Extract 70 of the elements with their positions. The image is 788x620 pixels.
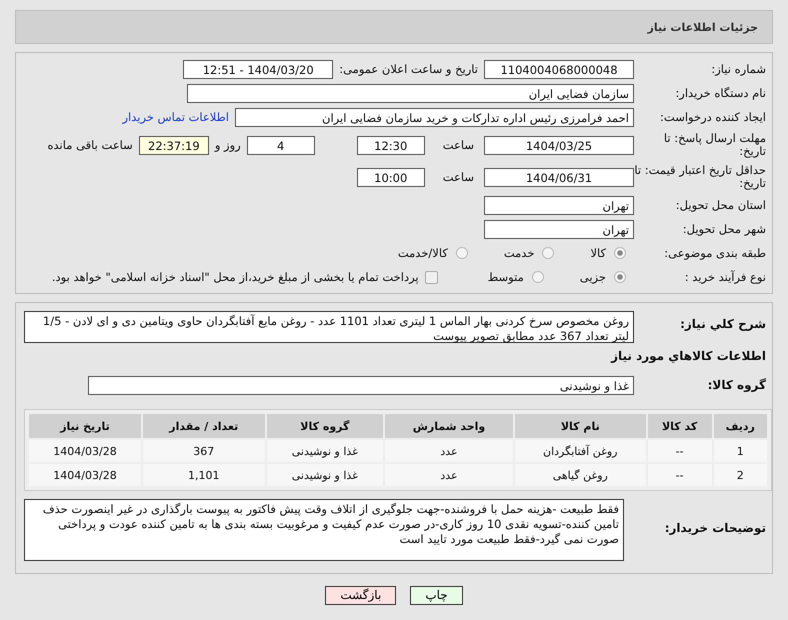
table-cell: -- [648,440,712,462]
field-label: استان محل تحویل: [674,198,767,212]
table-cell: غذا و نوشیدنی [266,440,384,462]
table-cell: -- [648,464,712,486]
table-cell: 1404/03/28 [29,464,141,486]
payment-note: پرداخت تمام یا بخشی از مبلغ خرید،از محل "اسناد خزانه اسلامی" خواهد بود. [52,270,419,284]
print-button[interactable]: چاپ [410,586,463,605]
field-label: نام دستگاه خریدار: [674,86,767,100]
radio-label: جزیی [580,270,606,284]
input-field[interactable]: تهران [484,220,634,238]
table-cell: عدد [385,440,513,462]
field-label: طبقه بندی موضوعی: [663,246,767,260]
time-label: ساعت [442,170,474,184]
input-field[interactable]: 10:00 [356,168,425,186]
input-field[interactable]: سازمان فضایی ایران [187,84,634,102]
table-cell: 1 [714,440,767,462]
days-label: روز و [214,138,241,152]
table-cell: عدد [385,464,513,486]
input-field[interactable]: 1104004068000048 [484,60,634,78]
radio-button[interactable] [456,247,468,259]
field-label: شهر محل تحویل: [682,222,767,236]
page-title: جزئیات اطلاعات نیاز [648,20,758,34]
field-label: مهلت ارسال پاسخ: تا تاریخ: [662,132,767,158]
field-label: نوع فرآیند خرید : [684,270,767,284]
column-header: نام کالا [514,414,646,438]
table-cell: 1404/03/28 [29,440,141,462]
table-cell: روغن آفتابگردان [514,440,646,462]
time-label: ساعت [442,138,474,152]
radio-label: خدمت [504,246,534,260]
column-header: کد کالا [648,414,712,438]
column-header: تاریخ نیاز [29,414,141,438]
notes-box[interactable]: فقط طبیعت -هزینه حمل با فروشنده-جهت جلوگیری از اتلاف وقت پیش فاکتور به پیوست بارگذاری در غیر اینصورت حذف تامین کننده-تسویه نقدی 10 روز کاری-در صورت عدم کیفیت و مرغوبیت بسته بندی ها به تامین کننده عودت و پرداختی صورت نمی گیرد-فقط طبیعت مورد تایید است [24,499,624,561]
field-label: تاریخ و ساعت اعلان عمومی: [339,62,478,76]
field-label: شرح کلي نياز: [679,316,767,331]
field-label: حداقل تاریخ اعتبار قیمت: تا تاریخ: [634,164,767,190]
input-field[interactable]: 4 [246,136,315,154]
column-header: تعداد / مقدار [143,414,264,438]
table-cell: غذا و نوشیدنی [266,464,384,486]
checkbox[interactable] [424,270,438,284]
radio-button[interactable] [542,247,554,259]
remaining-label: ساعت باقی مانده [48,138,133,152]
input-field[interactable]: 1404/03/25 [484,136,634,154]
table-cell: 1,101 [143,464,264,486]
contact-link[interactable]: اطلاعات تماس خریدار [122,110,229,124]
radio-label: کالا/خدمت [398,246,448,260]
radio-label: متوسط [488,270,524,284]
field-label: توضیحات خریدار: [664,520,767,535]
radio-label: کالا [590,246,606,260]
input-field[interactable]: تهران [484,196,634,214]
input-field[interactable]: احمد فرامرزی رئیس اداره تدارکات و خرید سازمان فضایی ایران [235,108,634,126]
description-box[interactable]: روغن مخصوص سرخ کردنی بهار الماس 1 لیتری تعداد 1101 عدد - روغن مایع آفتابگردان حاوی ویتامین دی و ای لادن - 1/5 لیتر تعداد 367 عدد مطابق تصویر پیوست [24,311,634,343]
countdown-field: 22:37:19 [138,136,209,154]
input-field[interactable]: 1404/06/31 [484,168,634,186]
section-title: اطلاعات کالاهاي مورد نياز [610,349,767,363]
back-button[interactable]: بازگشت [325,586,396,605]
field-label: ایجاد کننده درخواست: [659,110,767,124]
column-header: واحد شمارش [385,414,513,438]
column-header: ردیف [714,414,767,438]
field-label: گروه کالا: [706,378,767,392]
radio-button[interactable] [532,271,544,283]
input-field[interactable]: 12:30 [356,136,425,154]
table-cell: 2 [714,464,767,486]
table-cell: 367 [143,440,264,462]
field-label: شماره نیاز: [710,62,767,76]
input-field[interactable]: 1404/03/20 - 12:51 [183,60,334,78]
input-field[interactable]: غذا و نوشیدنی [88,376,634,394]
table-cell: روغن گیاهی [514,464,646,486]
radio-button[interactable] [614,271,626,283]
radio-button[interactable] [614,247,626,259]
column-header: گروه کالا [266,414,384,438]
